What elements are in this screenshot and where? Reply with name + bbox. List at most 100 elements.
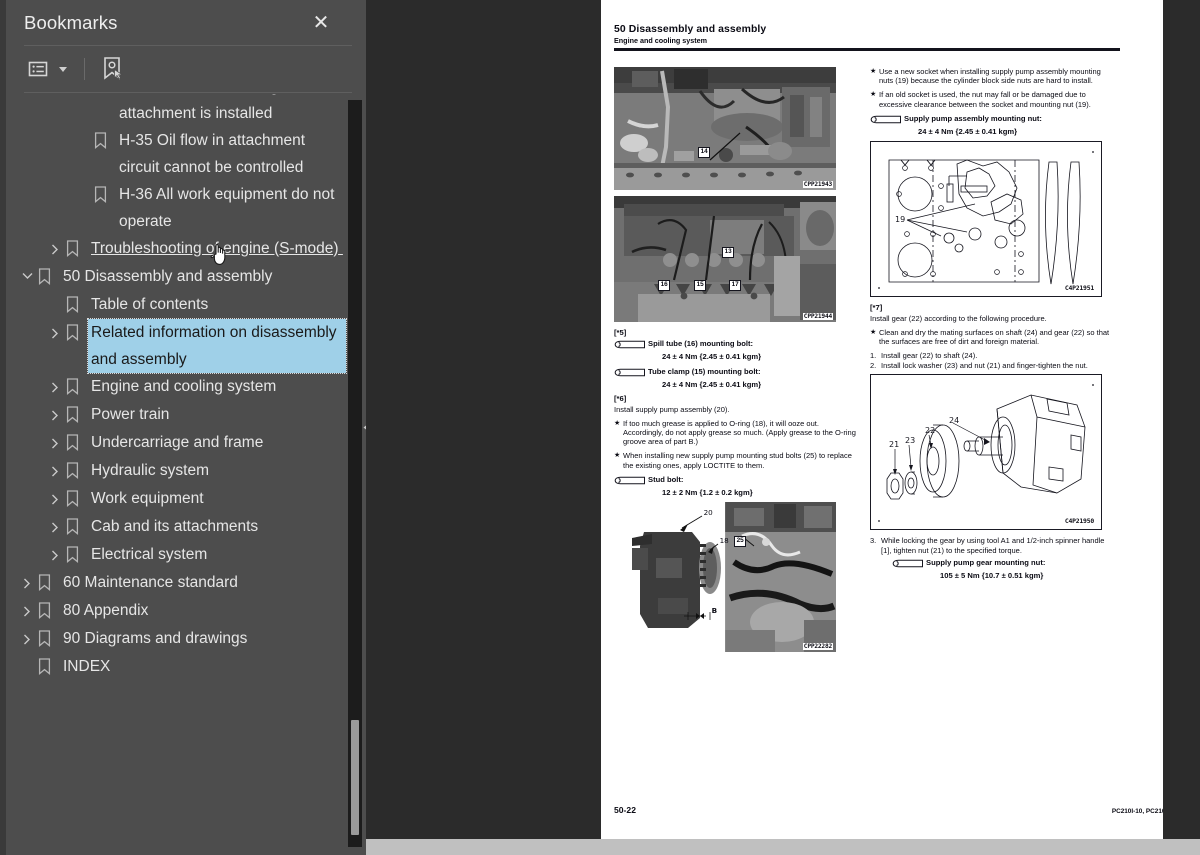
header-rule — [614, 48, 1120, 51]
bookmark-item[interactable]: Engine and cooling system — [6, 373, 346, 401]
figure-cpp21943: 14 CPP21943 — [614, 67, 860, 190]
bookmark-item-label: Engine and cooling system — [91, 378, 277, 395]
page-footer: 50-22 PC210I-10, PC210LCI-10 — [614, 805, 1185, 815]
spec-value: 24 ± 4 Nm {2.45 ± 0.41 kgm} — [662, 352, 762, 361]
bookmark-item[interactable]: 60 Maintenance standard — [6, 569, 346, 597]
callout-B: B — [711, 606, 718, 616]
chevron-right-icon[interactable] — [44, 319, 66, 339]
star-bullet-icon: ★ — [870, 91, 877, 99]
chevron-right-icon[interactable] — [44, 485, 66, 505]
bookmark-item[interactable]: 80 Appendix — [6, 597, 346, 625]
svg-text:24: 24 — [949, 416, 959, 425]
step-3: 3. While locking the gear by using tool … — [870, 536, 1105, 555]
figure-code: CPP21943 — [802, 181, 833, 188]
bullet-grease-oring: ★ If too much grease is applied to O-rin… — [614, 418, 856, 447]
chevron-right-icon[interactable] — [44, 235, 66, 255]
bookmark-item-label: Work equipment — [91, 490, 204, 507]
bookmark-item[interactable]: 90 Diagrams and drawings — [6, 625, 346, 653]
callout-17: 17 — [729, 280, 742, 291]
new-bookmark-icon[interactable] — [99, 54, 127, 84]
drawing-artwork: 24 22 23 21 — [878, 384, 1094, 523]
bookmark-item[interactable]: H-34 Attachment hydraulic circuit cannot… — [6, 94, 346, 127]
bookmark-item[interactable]: Hydraulic system — [6, 457, 346, 485]
bookmark-icon — [66, 434, 88, 456]
bookmark-item-label: Undercarriage and frame — [91, 434, 264, 451]
bookmark-icon — [66, 490, 88, 512]
callout-16: 16 — [658, 280, 671, 291]
bookmarks-panel-header: Bookmarks ✕ — [6, 0, 366, 45]
chevron-down-icon[interactable] — [16, 263, 38, 280]
chevron-right-icon[interactable] — [44, 401, 66, 421]
chevron-right-icon[interactable] — [16, 569, 38, 589]
list-options-icon[interactable] — [26, 54, 52, 84]
bookmark-icon — [38, 630, 60, 652]
wrench-icon — [892, 558, 926, 570]
bookmark-item-label: H-35 Oil flow in attachment circuit cann… — [119, 132, 310, 176]
numbered-steps-1-2: 1. Install gear (22) to shaft (24). 2. I… — [870, 351, 1116, 370]
star-bullet-icon: ★ — [870, 328, 877, 336]
bookmarks-scrollbar-thumb[interactable] — [351, 720, 359, 835]
figure-cpp22282: 20 18 B 25 CPP22282 — [614, 502, 860, 653]
bookmarks-panel: Bookmarks ✕ attachment is installed H-35… — [0, 0, 371, 855]
svg-text:21: 21 — [889, 440, 899, 449]
bookmark-item[interactable]: H-36 All work equipment do not operate — [6, 181, 346, 235]
bookmark-item-label: INDEX — [63, 658, 111, 675]
viewer-bottom-bar — [366, 839, 1200, 855]
panel-title: Bookmarks — [24, 11, 118, 33]
chevron-right-icon[interactable] — [44, 429, 66, 449]
bookmark-item[interactable]: Undercarriage and frame — [6, 429, 346, 457]
bookmark-icon — [66, 406, 88, 428]
figure-code: CPP22282 — [802, 643, 833, 651]
chevron-right-icon[interactable] — [44, 373, 66, 393]
callout-15: 15 — [694, 280, 707, 291]
chevron-right-icon[interactable] — [44, 457, 66, 477]
chevron-right-icon[interactable] — [16, 625, 38, 645]
bookmark-item-label: 50 Disassembly and assembly — [63, 268, 273, 285]
step-1: 1. Install gear (22) to shaft (24). — [870, 350, 978, 360]
pdf-reader-window: Bookmarks ✕ attachment is installed H-35… — [0, 0, 1200, 855]
svg-text:22: 22 — [925, 426, 935, 435]
spec-label: Supply pump assembly mounting nut: — [904, 113, 1042, 123]
chevron-right-icon[interactable] — [44, 513, 66, 533]
callout-25: 25 — [734, 536, 747, 547]
page-title: 50 Disassembly and assembly — [614, 24, 767, 35]
bookmark-item-label: Hydraulic system — [91, 462, 209, 479]
bookmark-item[interactable]: Electrical system — [6, 541, 346, 569]
close-icon[interactable]: ✕ — [308, 10, 334, 36]
bookmark-item[interactable]: Power train — [6, 401, 346, 429]
chevron-right-icon[interactable] — [44, 541, 66, 561]
bookmark-item[interactable]: Troubleshooting of engine (S-mode) — [6, 235, 346, 263]
photo-artwork — [614, 67, 836, 190]
star-bullet-icon: ★ — [614, 452, 621, 460]
chevron-down-icon[interactable] — [56, 54, 70, 84]
spec-tube-clamp-bolt: Tube clamp (15) mounting bolt: — [614, 367, 860, 379]
bookmark-item[interactable]: INDEX — [6, 653, 346, 681]
bookmarks-tree: H-34 Attachment hydraulic circuit cannot… — [6, 94, 347, 691]
bookmarks-tree-viewport[interactable]: H-34 Attachment hydraulic circuit cannot… — [6, 94, 366, 855]
bookmark-item[interactable]: Cab and its attachments — [6, 513, 346, 541]
spec-label: Supply pump gear mounting nut: — [926, 558, 1046, 568]
wrench-icon — [614, 367, 648, 379]
toolbar-separator — [84, 58, 85, 80]
bookmark-icon — [66, 546, 88, 568]
bookmark-item[interactable]: Table of contents — [6, 291, 346, 319]
photo-artwork — [614, 502, 836, 653]
tag-star-5: [*5] — [614, 328, 627, 337]
callout-20: 20 — [703, 508, 713, 518]
bookmark-item[interactable]: Related information on disassembly and a… — [6, 318, 347, 374]
bookmark-item-label: H-34 Attachment hydraulic circuit cannot… — [119, 94, 335, 122]
bookmark-item[interactable]: 50 Disassembly and assembly — [6, 263, 346, 291]
bookmark-item-label: Troubleshooting of engine (S-mode) — [91, 240, 343, 257]
wrench-icon — [614, 475, 648, 487]
callout-13: 13 — [722, 247, 735, 258]
wrench-icon — [870, 114, 904, 126]
toolbar-divider — [24, 92, 352, 93]
spec-spill-tube-bolt: Spill tube (16) mounting bolt: — [614, 339, 860, 351]
photo-spill-tube: 13 16 15 17 CPP21944 — [614, 196, 836, 322]
bookmark-item[interactable]: Work equipment — [6, 485, 346, 513]
bookmark-item[interactable]: H-35 Oil flow in attachment circuit cann… — [6, 127, 346, 181]
bookmarks-scrollbar[interactable] — [348, 100, 362, 847]
chevron-right-icon[interactable] — [16, 597, 38, 617]
bookmark-icon — [38, 574, 60, 596]
bookmark-item-label: Power train — [91, 406, 170, 423]
